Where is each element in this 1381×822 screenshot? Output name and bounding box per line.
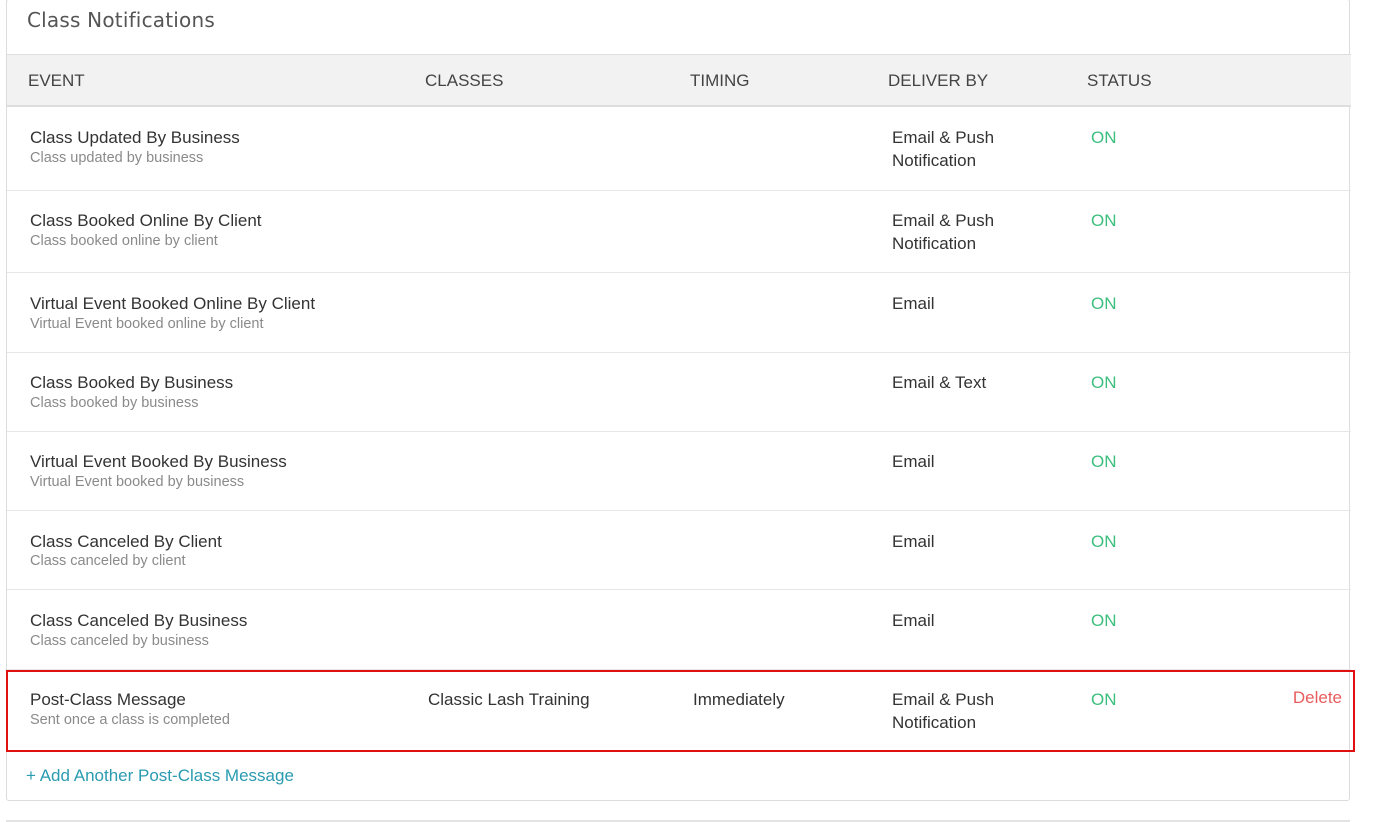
event-title: Class Booked By Business (30, 373, 234, 392)
status-badge[interactable]: ON (1091, 371, 1117, 394)
table-row[interactable]: Virtual Event Booked Online By Client Vi… (7, 273, 1351, 353)
header-timing: TIMING (690, 71, 750, 90)
header-classes: CLASSES (425, 71, 504, 90)
table-row[interactable]: Class Booked Online By Client Class book… (7, 191, 1351, 273)
deliver-by: Email & Push Notification (892, 690, 995, 732)
event-subtitle: Class booked by business (30, 395, 199, 411)
status-badge[interactable]: ON (1091, 209, 1117, 232)
add-post-class-message-link[interactable]: + Add Another Post-Class Message (26, 766, 294, 786)
event-subtitle: Class updated by business (30, 150, 204, 166)
table-row[interactable]: Class Booked By Business Class booked by… (7, 353, 1351, 432)
event-title: Virtual Event Booked By Business (30, 452, 287, 471)
event-subtitle: Class booked online by client (30, 233, 218, 249)
status-badge[interactable]: ON (1091, 292, 1117, 315)
deliver-by: Email (892, 452, 935, 471)
table-row[interactable]: Class Canceled By Client Class canceled … (7, 511, 1351, 590)
event-subtitle: Virtual Event booked online by client (30, 316, 264, 332)
deliver-by: Email & Push Notification (892, 211, 995, 253)
event-subtitle: Class canceled by business (30, 633, 209, 649)
status-badge[interactable]: ON (1091, 609, 1117, 632)
status-badge[interactable]: ON (1091, 688, 1117, 711)
table-header: EVENT CLASSES TIMING DELIVER BY STATUS (7, 54, 1351, 107)
header-event: EVENT (28, 71, 85, 90)
status-badge[interactable]: ON (1091, 530, 1117, 553)
event-title: Class Booked Online By Client (30, 211, 262, 230)
deliver-by: Email & Push Notification (892, 128, 995, 170)
status-badge[interactable]: ON (1091, 126, 1117, 149)
class-notifications-panel: Class Notifications EVENT CLASSES TIMING… (6, 0, 1351, 801)
panel-title: Class Notifications (27, 8, 215, 32)
event-subtitle: Sent once a class is completed (30, 712, 230, 728)
table-row[interactable]: Virtual Event Booked By Business Virtual… (7, 432, 1351, 511)
event-title: Class Updated By Business (30, 128, 240, 147)
event-title: Class Canceled By Client (30, 532, 222, 551)
event-title: Virtual Event Booked Online By Client (30, 294, 316, 313)
deliver-by: Email (892, 532, 935, 551)
header-deliver-by: DELIVER BY (888, 71, 989, 90)
event-title: Class Canceled By Business (30, 611, 248, 630)
table-row[interactable]: Class Canceled By Business Class cancele… (7, 590, 1351, 670)
deliver-by: Email (892, 611, 935, 630)
event-subtitle: Virtual Event booked by business (30, 474, 245, 490)
event-title: Post-Class Message (30, 690, 186, 709)
header-status: STATUS (1087, 71, 1152, 90)
delete-button[interactable]: Delete (1293, 688, 1342, 708)
deliver-by: Email & Text (892, 373, 987, 392)
timing-value: Immediately (693, 690, 785, 709)
classes-value: Classic Lash Training (428, 690, 590, 709)
event-subtitle: Class canceled by client (30, 553, 186, 569)
table-row[interactable]: Class Updated By Business Class updated … (7, 108, 1351, 191)
table-row-post-class-message[interactable]: Post-Class Message Sent once a class is … (7, 670, 1351, 752)
status-badge[interactable]: ON (1091, 450, 1117, 473)
deliver-by: Email (892, 294, 935, 313)
